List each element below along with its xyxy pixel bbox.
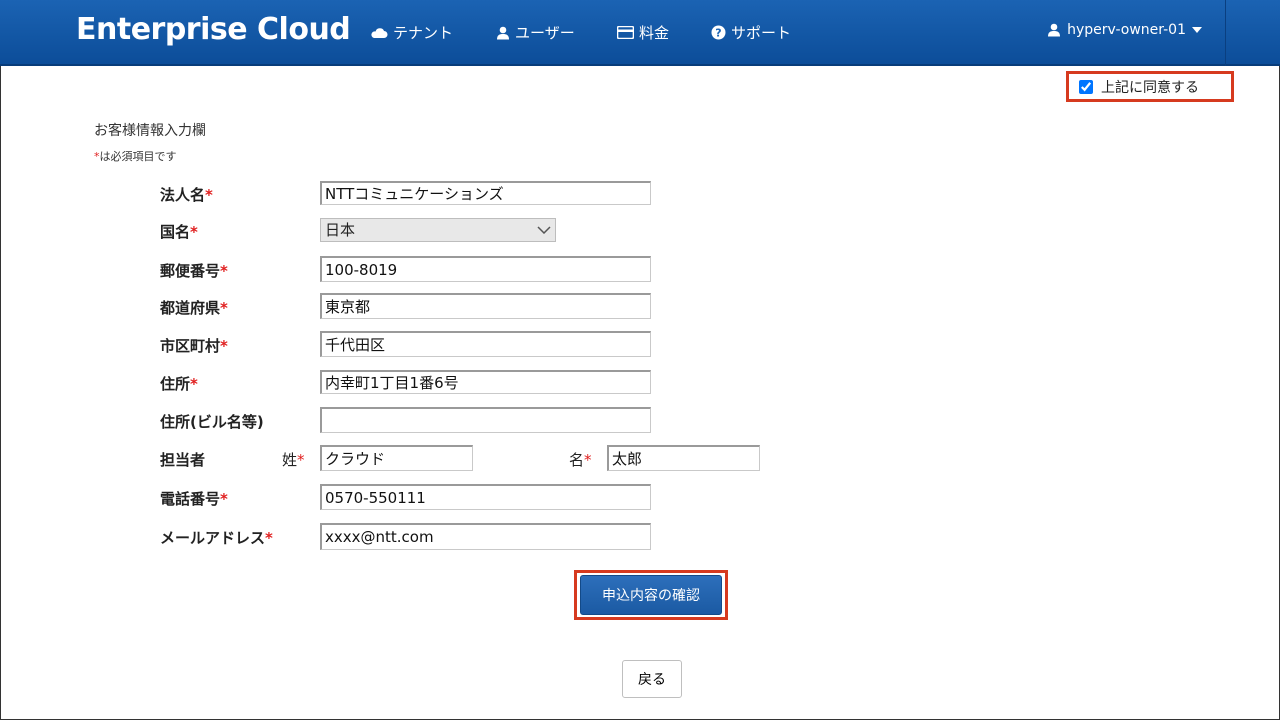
agreement-label: 上記に同意する [1101,80,1199,96]
top-navbar: Enterprise Cloud テナント ユーザー 料金 ? サポート hyp… [0,0,1280,66]
country-select-value: 日本 [325,221,356,239]
brand-logo[interactable]: Enterprise Cloud [76,12,351,47]
nav-tenant[interactable]: テナント [370,22,453,43]
email-label: メールアドレス* [160,529,273,547]
back-button[interactable]: 戻る [622,660,682,698]
address-label: 住所* [160,375,198,393]
phone-label: 電話番号* [160,490,228,508]
building-input[interactable] [320,407,651,433]
card-icon [617,26,634,39]
company-label: 法人名* [160,186,213,204]
required-note-text: は必須項目です [99,150,177,163]
contact-label: 担当者 [160,451,206,469]
user-icon [497,26,509,39]
prefecture-label: 都道府県* [160,299,228,317]
email-input[interactable] [320,523,651,550]
last-name-input[interactable] [320,445,473,471]
first-name-label: 名* [569,451,592,469]
postal-input[interactable] [320,256,651,282]
user-icon [1048,23,1061,37]
company-input[interactable] [320,181,651,205]
svg-text:?: ? [715,27,721,40]
building-label: 住所(ビル名等) [160,413,264,431]
username: hyperv-owner-01 [1067,22,1186,38]
nav-tenant-label: テナント [393,24,454,42]
nav-billing[interactable]: 料金 [617,22,669,43]
postal-label: 郵便番号* [160,262,228,280]
help-icon: ? [711,25,726,40]
address-input[interactable] [320,370,651,394]
form-section-title: お客様情報入力欄 [94,123,206,139]
nav-users[interactable]: ユーザー [496,22,575,43]
prefecture-input[interactable] [320,293,651,319]
chevron-down-icon [537,226,551,234]
caret-down-icon [1192,27,1202,33]
country-label: 国名* [160,223,198,241]
cloud-icon [371,27,388,38]
first-name-input[interactable] [607,445,760,471]
required-note: *は必須項目です [94,148,177,164]
agreement-checkbox-row[interactable]: 上記に同意する [1079,77,1199,97]
confirm-application-button[interactable]: 申込内容の確認 [580,575,722,615]
nav-support[interactable]: ? サポート [711,22,791,43]
navbar-divider [1225,0,1226,66]
agreement-checkbox[interactable] [1079,80,1093,94]
city-label: 市区町村* [160,337,228,355]
user-menu[interactable]: hyperv-owner-01 [1047,22,1202,38]
country-select[interactable]: 日本 [320,218,556,242]
last-name-label: 姓* [282,451,305,469]
city-input[interactable] [320,331,651,357]
nav-billing-label: 料金 [639,24,670,42]
phone-input[interactable] [320,484,651,510]
nav-users-label: ユーザー [515,24,575,42]
nav-support-label: サポート [731,24,792,42]
